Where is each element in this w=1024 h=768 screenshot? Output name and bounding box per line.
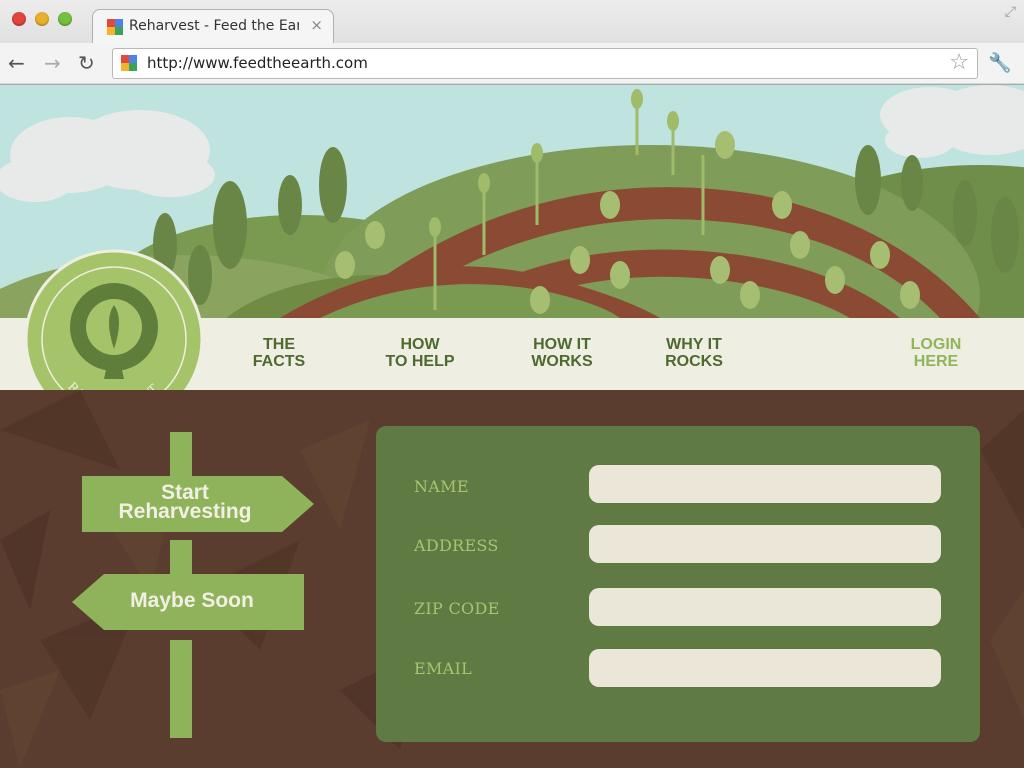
start-reharvesting-button[interactable]: Start Reharvesting [82, 476, 314, 532]
zoom-window-button[interactable] [58, 12, 72, 26]
minimize-window-button[interactable] [35, 12, 49, 26]
nav-link-why-it-rocks[interactable]: WHY IT ROCKS [654, 336, 734, 370]
address-label: ADDRESS [414, 536, 499, 555]
cloud-left [0, 110, 215, 202]
email-field[interactable] [589, 649, 941, 687]
email-label: EMAIL [414, 659, 473, 678]
forward-icon[interactable]: → [44, 51, 61, 75]
address-field[interactable] [589, 525, 941, 563]
reload-icon[interactable]: ↻ [78, 51, 95, 75]
name-field[interactable] [589, 465, 941, 503]
tab-close-icon[interactable]: × [310, 16, 323, 34]
back-icon[interactable]: ← [8, 51, 25, 75]
nav-link-how-it-works[interactable]: HOW IT WORKS [520, 336, 604, 370]
browser-toolbar: ← → ↻ http://www.feedtheearth.com ☆ 🔧 [0, 43, 1024, 83]
favicon-icon [107, 19, 123, 35]
maybe-soon-button[interactable]: Maybe Soon [72, 574, 304, 630]
close-window-button[interactable] [12, 12, 26, 26]
browser-tab[interactable]: Reharvest - Feed the Ear... × [92, 9, 334, 43]
cloud-right [880, 85, 1024, 158]
nav-link-how-to-help[interactable]: HOW TO HELP [376, 336, 464, 370]
wrench-menu-icon[interactable]: 🔧 [988, 51, 1012, 74]
url-text: http://www.feedtheearth.com [147, 54, 368, 72]
signup-form: NAME ADDRESS ZIP CODE EMAIL [376, 426, 980, 742]
name-label: NAME [414, 477, 469, 496]
start-reharvesting-label: Start Reharvesting [118, 481, 252, 523]
browser-chrome: Reharvest - Feed the Ear... × ⤢ ← → ↻ ht… [0, 0, 1024, 85]
login-link[interactable]: LOGIN HERE [900, 336, 972, 370]
fullscreen-icon[interactable]: ⤢ [1005, 4, 1016, 20]
address-bar[interactable]: http://www.feedtheearth.com ☆ [112, 48, 978, 79]
signpost-pole [170, 640, 192, 738]
tab-title: Reharvest - Feed the Ear... [129, 18, 299, 34]
zip-code-label: ZIP CODE [414, 599, 500, 618]
bookmark-star-icon[interactable]: ☆ [949, 50, 969, 75]
nav-link-the-facts[interactable]: THE FACTS [246, 336, 312, 370]
site-favicon-icon [121, 55, 137, 71]
maybe-soon-label: Maybe Soon [130, 589, 254, 612]
zip-code-field[interactable] [589, 588, 941, 626]
signpost-pole [170, 432, 192, 480]
